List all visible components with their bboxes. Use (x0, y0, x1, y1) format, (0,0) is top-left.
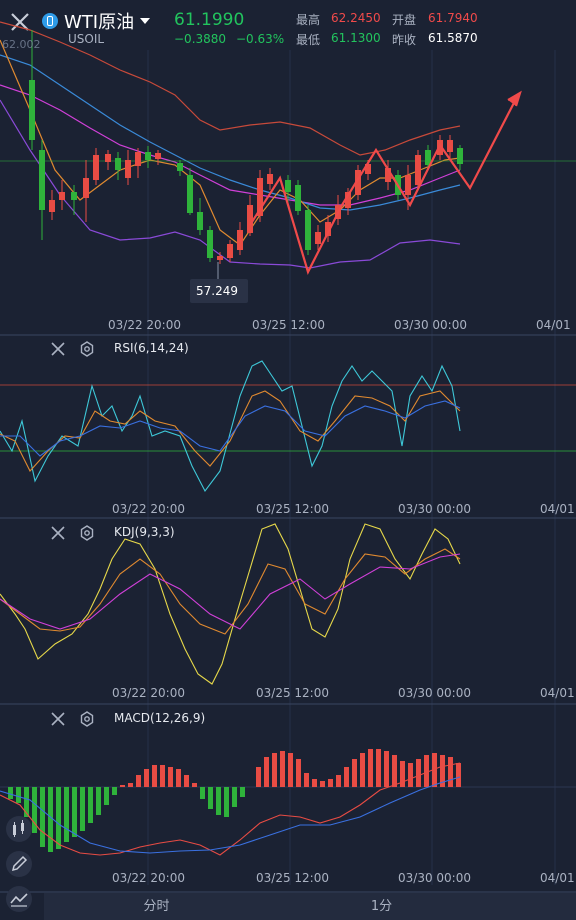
macd-x-tick-1: 03/22 20:00 (112, 871, 185, 885)
main-x-tick-2: 03/25 12:00 (252, 318, 325, 332)
rsi-close-button[interactable] (50, 341, 66, 357)
candlestick-tool-button[interactable] (6, 816, 32, 842)
rsi-x-tick-4: 04/01 (540, 502, 575, 516)
rsi-settings-button[interactable] (79, 341, 95, 357)
kdj-settings-button[interactable] (79, 525, 95, 541)
macd-close-button[interactable] (50, 711, 66, 727)
bottom-tab-bar: 分时 1分 (44, 893, 576, 920)
rsi-x-tick-1: 03/22 20:00 (112, 502, 185, 516)
kdj-j-line (0, 523, 461, 685)
close-icon (51, 526, 65, 540)
rsi-x-tick-3: 03/30 00:00 (398, 502, 471, 516)
gear-icon (80, 711, 94, 727)
kdj-close-button[interactable] (50, 525, 66, 541)
indicator-tool-button[interactable] (6, 886, 32, 912)
gear-icon (80, 341, 94, 357)
kdj-x-tick-3: 03/30 00:00 (398, 686, 471, 700)
tab-time-sharing[interactable]: 分时 (44, 893, 269, 920)
candlestick-tool-icon (13, 820, 24, 837)
macd-x-tick-4: 04/01 (540, 871, 575, 885)
boll-upper-line (0, 21, 461, 156)
kdj-d-line (0, 553, 461, 630)
indicator-icon (10, 893, 28, 907)
rsi-panel (0, 360, 576, 493)
close-icon (51, 342, 65, 356)
rsi-title: RSI(6,14,24) (114, 341, 189, 355)
kdj-x-tick-4: 04/01 (540, 686, 575, 700)
pen-tool-button[interactable] (6, 851, 32, 877)
main-x-tick-1: 03/22 20:00 (108, 318, 181, 332)
macd-panel (0, 749, 576, 856)
rsi-blue-line (0, 400, 461, 457)
macd-histogram (8, 749, 461, 852)
main-x-tick-4: 04/01 (536, 318, 571, 332)
gear-icon (80, 525, 94, 541)
kdj-panel (0, 523, 461, 685)
tab-1min-label: 1分 (370, 899, 393, 914)
kdj-title: KDJ(9,3,3) (114, 525, 175, 539)
kdj-x-tick-2: 03/25 12:00 (256, 686, 329, 700)
kdj-x-tick-1: 03/22 20:00 (112, 686, 185, 700)
pen-icon (11, 855, 28, 872)
rsi-cyan-line (0, 360, 461, 493)
tab-time-sharing-label: 分时 (143, 899, 170, 914)
macd-x-tick-3: 03/30 00:00 (398, 871, 471, 885)
main-x-tick-3: 03/30 00:00 (394, 318, 467, 332)
header-partial-price-label: 62.002 (2, 38, 41, 51)
rsi-x-tick-2: 03/25 12:00 (256, 502, 329, 516)
macd-title: MACD(12,26,9) (114, 711, 206, 725)
min-price-label: 57.249 (196, 284, 238, 298)
macd-x-tick-2: 03/25 12:00 (256, 871, 329, 885)
macd-settings-button[interactable] (79, 711, 95, 727)
candlesticks (29, 30, 463, 264)
tab-1min[interactable]: 1分 (269, 893, 494, 920)
close-icon (51, 712, 65, 726)
ma-orange-line (0, 39, 461, 246)
kdj-k-line (0, 548, 461, 635)
rsi-orange-line (0, 390, 461, 472)
